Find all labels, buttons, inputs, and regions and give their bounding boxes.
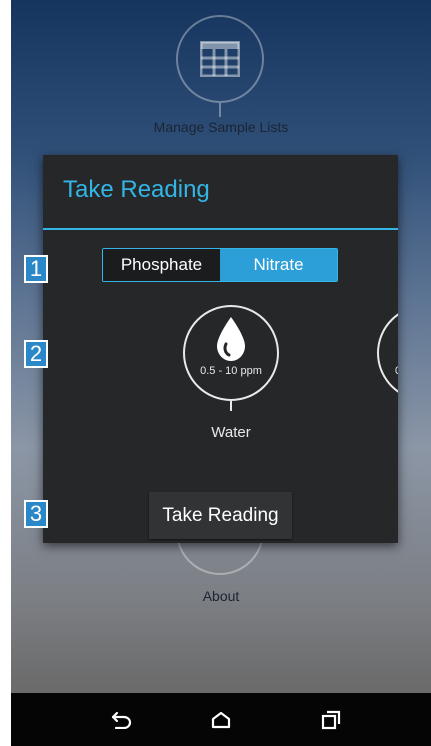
about-label[interactable]: About (11, 588, 431, 604)
recents-icon (321, 710, 341, 730)
sensor-stem (230, 401, 232, 411)
take-reading-button[interactable]: Take Reading (149, 492, 292, 539)
manage-sample-lists-button[interactable] (176, 15, 264, 103)
home-button[interactable] (207, 706, 235, 734)
manage-stem (219, 103, 221, 117)
step-marker-2: 2 (24, 340, 48, 368)
step-marker-3: 3 (24, 500, 48, 528)
recents-button[interactable] (317, 706, 345, 734)
segment-nitrate[interactable]: Nitrate (220, 249, 337, 281)
grid-icon (200, 41, 240, 77)
home-icon (211, 711, 231, 729)
segment-phosphate[interactable]: Phosphate (103, 249, 220, 281)
app-screen: Manage Sample Lists About Take Reading P… (11, 0, 431, 746)
manage-sample-lists-label[interactable]: Manage Sample Lists (11, 119, 431, 135)
sensor-circle (377, 305, 398, 401)
back-button[interactable] (107, 706, 135, 734)
system-navigation-bar (11, 693, 431, 746)
step-marker-1: 1 (24, 255, 48, 283)
dialog-title: Take Reading (63, 176, 210, 203)
water-drop-icon (217, 317, 245, 361)
take-reading-dialog: Take Reading Phosphate Nitrate 0.5 - 10 … (43, 155, 398, 543)
title-divider (43, 228, 398, 230)
sensor-range: 0.5 - 10 ppm (200, 365, 262, 377)
sensor-label: Water (211, 424, 251, 441)
analyte-segmented-control[interactable]: Phosphate Nitrate (102, 248, 338, 282)
sensor-next-clip: 0 (377, 305, 398, 405)
sensor-range: 0 (395, 365, 398, 377)
back-icon (111, 711, 132, 729)
